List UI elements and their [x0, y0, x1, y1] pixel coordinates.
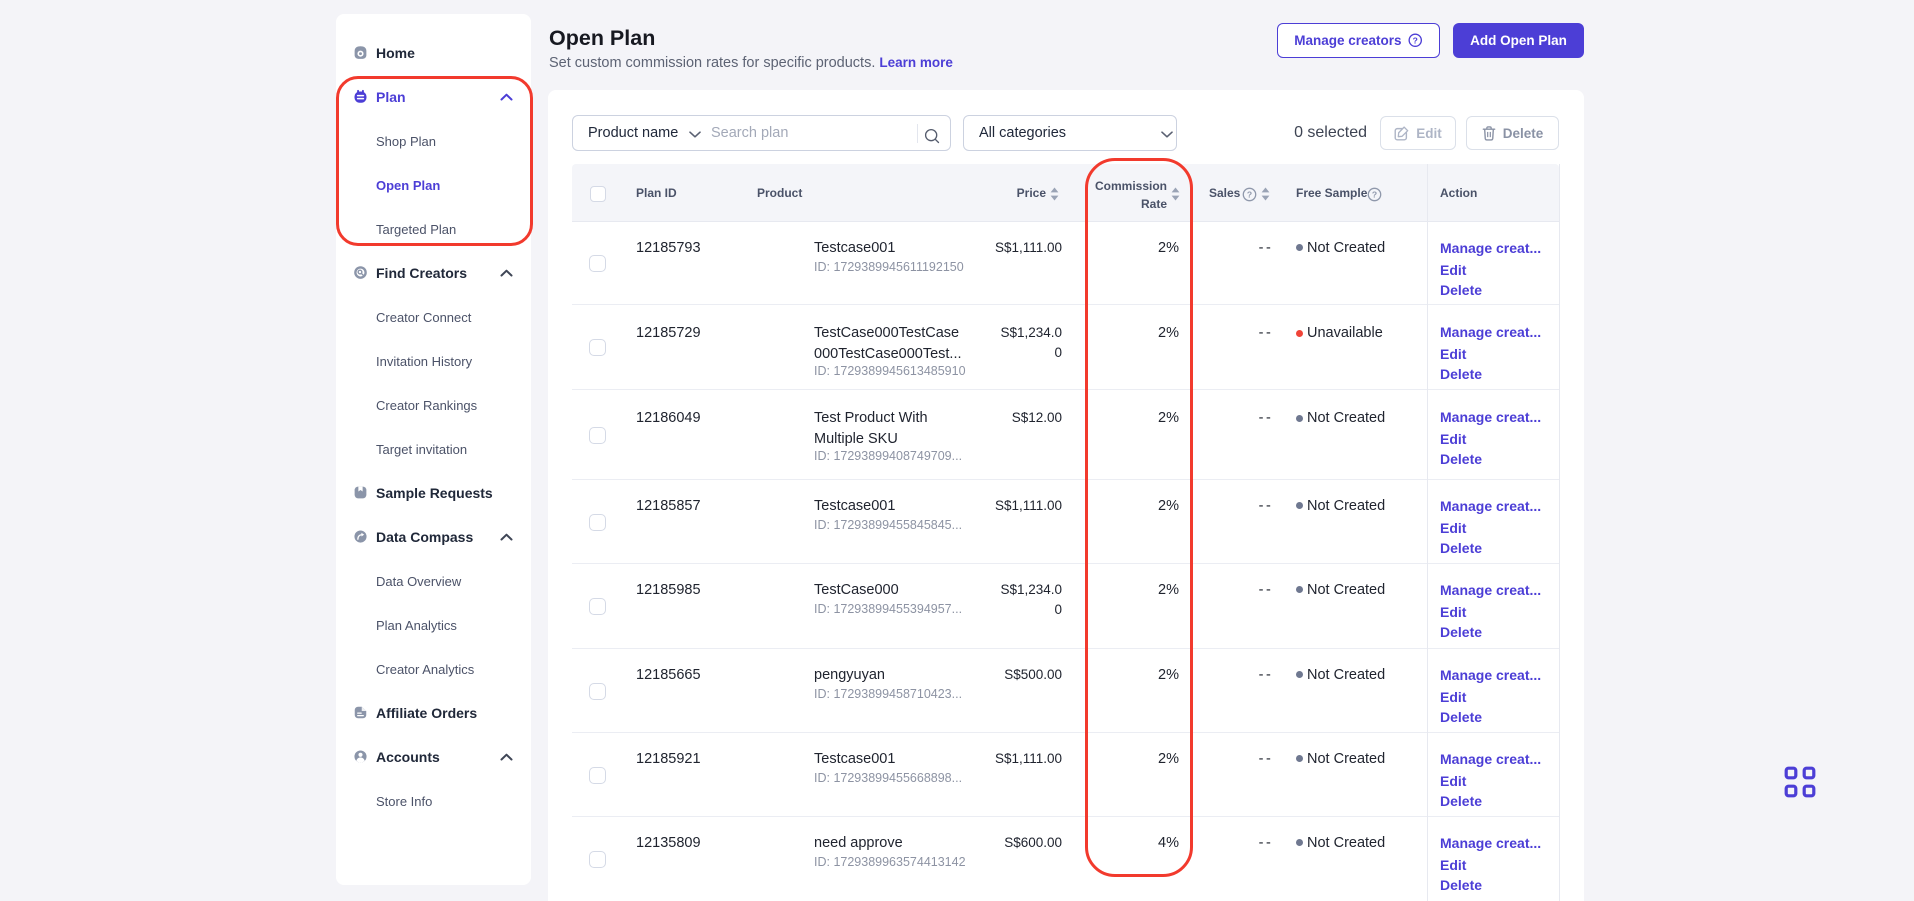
svg-text:?: ?: [1247, 190, 1252, 200]
svg-text:?: ?: [1372, 190, 1377, 200]
svg-text:?: ?: [1413, 36, 1418, 46]
